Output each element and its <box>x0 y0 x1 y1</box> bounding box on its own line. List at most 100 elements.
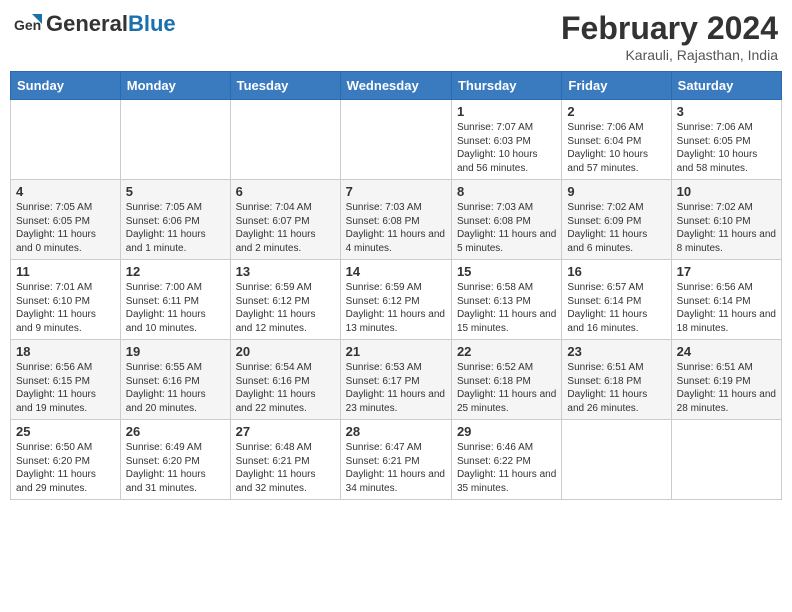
calendar-cell: 19 Sunrise: 6:55 AM Sunset: 6:16 PM Dayli… <box>120 340 230 420</box>
weekday-header-monday: Monday <box>120 72 230 100</box>
day-info: Sunrise: 6:51 AM Sunset: 6:19 PM Dayligh… <box>677 361 776 415</box>
day-info: Sunrise: 7:06 AM Sunset: 6:05 PM Dayligh… <box>677 121 776 175</box>
calendar-cell: 11 Sunrise: 7:01 AM Sunset: 6:10 PM Dayli… <box>11 260 121 340</box>
logo: Gen GeneralBlue <box>14 10 176 38</box>
day-info: Sunrise: 6:51 AM Sunset: 6:18 PM Dayligh… <box>567 361 665 415</box>
day-number: 18 <box>16 344 115 359</box>
day-info: Sunrise: 7:01 AM Sunset: 6:10 PM Dayligh… <box>16 281 115 335</box>
day-number: 6 <box>236 184 335 199</box>
day-number: 17 <box>677 264 776 279</box>
calendar-cell: 18 Sunrise: 6:56 AM Sunset: 6:15 PM Dayli… <box>11 340 121 420</box>
day-info: Sunrise: 6:46 AM Sunset: 6:22 PM Dayligh… <box>457 441 556 495</box>
calendar-cell: 2 Sunrise: 7:06 AM Sunset: 6:04 PM Daylig… <box>562 100 671 180</box>
calendar-cell <box>11 100 121 180</box>
day-number: 22 <box>457 344 556 359</box>
svg-text:Gen: Gen <box>14 17 41 33</box>
calendar-cell <box>120 100 230 180</box>
day-info: Sunrise: 6:55 AM Sunset: 6:16 PM Dayligh… <box>126 361 225 415</box>
day-info: Sunrise: 6:54 AM Sunset: 6:16 PM Dayligh… <box>236 361 335 415</box>
day-info: Sunrise: 6:57 AM Sunset: 6:14 PM Dayligh… <box>567 281 665 335</box>
weekday-header-friday: Friday <box>562 72 671 100</box>
calendar-cell <box>562 420 671 500</box>
weekday-header-sunday: Sunday <box>11 72 121 100</box>
logo-blue-text: Blue <box>128 11 176 36</box>
day-info: Sunrise: 6:49 AM Sunset: 6:20 PM Dayligh… <box>126 441 225 495</box>
logo-general-text: General <box>46 11 128 36</box>
calendar-cell: 12 Sunrise: 7:00 AM Sunset: 6:11 PM Dayli… <box>120 260 230 340</box>
day-number: 21 <box>346 344 446 359</box>
day-number: 25 <box>16 424 115 439</box>
day-info: Sunrise: 7:02 AM Sunset: 6:10 PM Dayligh… <box>677 201 776 255</box>
day-number: 29 <box>457 424 556 439</box>
day-number: 24 <box>677 344 776 359</box>
calendar-cell: 16 Sunrise: 6:57 AM Sunset: 6:14 PM Dayli… <box>562 260 671 340</box>
day-number: 3 <box>677 104 776 119</box>
day-info: Sunrise: 6:52 AM Sunset: 6:18 PM Dayligh… <box>457 361 556 415</box>
calendar-cell <box>671 420 781 500</box>
calendar-cell: 14Sunrise: 6:59 AM Sunset: 6:12 PM Dayli… <box>340 260 451 340</box>
day-number: 19 <box>126 344 225 359</box>
day-info: Sunrise: 7:02 AM Sunset: 6:09 PM Dayligh… <box>567 201 665 255</box>
day-number: 7 <box>346 184 446 199</box>
day-info: Sunrise: 7:06 AM Sunset: 6:04 PM Dayligh… <box>567 121 665 175</box>
calendar-cell: 29 Sunrise: 6:46 AM Sunset: 6:22 PM Dayli… <box>451 420 561 500</box>
calendar-cell: 13 Sunrise: 6:59 AM Sunset: 6:12 PM Dayli… <box>230 260 340 340</box>
calendar-cell: 4 Sunrise: 7:05 AM Sunset: 6:05 PM Daylig… <box>11 180 121 260</box>
day-info: Sunrise: 6:47 AM Sunset: 6:21 PM Dayligh… <box>346 441 446 495</box>
calendar-table: SundayMondayTuesdayWednesdayThursdayFrid… <box>10 71 782 500</box>
day-number: 4 <box>16 184 115 199</box>
calendar-cell: 10Sunrise: 7:02 AM Sunset: 6:10 PM Dayli… <box>671 180 781 260</box>
day-info: Sunrise: 6:50 AM Sunset: 6:20 PM Dayligh… <box>16 441 115 495</box>
weekday-header-tuesday: Tuesday <box>230 72 340 100</box>
calendar-cell: 24 Sunrise: 6:51 AM Sunset: 6:19 PM Dayli… <box>671 340 781 420</box>
calendar-cell: 1 Sunrise: 7:07 AM Sunset: 6:03 PM Daylig… <box>451 100 561 180</box>
calendar-cell: 3 Sunrise: 7:06 AM Sunset: 6:05 PM Daylig… <box>671 100 781 180</box>
day-info: Sunrise: 6:58 AM Sunset: 6:13 PM Dayligh… <box>457 281 556 335</box>
page-header: Gen GeneralBlue February 2024 Karauli, R… <box>10 10 782 63</box>
calendar-cell: 15 Sunrise: 6:58 AM Sunset: 6:13 PM Dayli… <box>451 260 561 340</box>
calendar-cell: 9 Sunrise: 7:02 AM Sunset: 6:09 PM Daylig… <box>562 180 671 260</box>
calendar-week-5: 25 Sunrise: 6:50 AM Sunset: 6:20 PM Dayli… <box>11 420 782 500</box>
calendar-cell: 27 Sunrise: 6:48 AM Sunset: 6:21 PM Dayli… <box>230 420 340 500</box>
day-number: 14 <box>346 264 446 279</box>
calendar-cell: 23 Sunrise: 6:51 AM Sunset: 6:18 PM Dayli… <box>562 340 671 420</box>
day-info: Sunrise: 7:04 AM Sunset: 6:07 PM Dayligh… <box>236 201 335 255</box>
calendar-cell <box>230 100 340 180</box>
day-info: Sunrise: 6:48 AM Sunset: 6:21 PM Dayligh… <box>236 441 335 495</box>
weekday-header-thursday: Thursday <box>451 72 561 100</box>
calendar-cell: 7 Sunrise: 7:03 AM Sunset: 6:08 PM Daylig… <box>340 180 451 260</box>
day-number: 23 <box>567 344 665 359</box>
weekday-header-row: SundayMondayTuesdayWednesdayThursdayFrid… <box>11 72 782 100</box>
day-number: 9 <box>567 184 665 199</box>
day-number: 27 <box>236 424 335 439</box>
calendar-cell: 5 Sunrise: 7:05 AM Sunset: 6:06 PM Daylig… <box>120 180 230 260</box>
calendar-cell <box>340 100 451 180</box>
location-subtitle: Karauli, Rajasthan, India <box>561 47 778 63</box>
day-number: 16 <box>567 264 665 279</box>
day-info: Sunrise: 7:00 AM Sunset: 6:11 PM Dayligh… <box>126 281 225 335</box>
day-info: Sunrise: 6:56 AM Sunset: 6:15 PM Dayligh… <box>16 361 115 415</box>
day-number: 28 <box>346 424 446 439</box>
calendar-week-3: 11 Sunrise: 7:01 AM Sunset: 6:10 PM Dayli… <box>11 260 782 340</box>
logo-icon: Gen <box>14 10 42 38</box>
calendar-cell: 17Sunrise: 6:56 AM Sunset: 6:14 PM Dayli… <box>671 260 781 340</box>
weekday-header-wednesday: Wednesday <box>340 72 451 100</box>
calendar-week-2: 4 Sunrise: 7:05 AM Sunset: 6:05 PM Daylig… <box>11 180 782 260</box>
title-block: February 2024 Karauli, Rajasthan, India <box>561 10 778 63</box>
day-info: Sunrise: 6:59 AM Sunset: 6:12 PM Dayligh… <box>236 281 335 335</box>
day-info: Sunrise: 7:07 AM Sunset: 6:03 PM Dayligh… <box>457 121 556 175</box>
calendar-cell: 25 Sunrise: 6:50 AM Sunset: 6:20 PM Dayli… <box>11 420 121 500</box>
day-number: 5 <box>126 184 225 199</box>
calendar-cell: 8Sunrise: 7:03 AM Sunset: 6:08 PM Daylig… <box>451 180 561 260</box>
calendar-cell: 28 Sunrise: 6:47 AM Sunset: 6:21 PM Dayli… <box>340 420 451 500</box>
day-number: 13 <box>236 264 335 279</box>
day-number: 12 <box>126 264 225 279</box>
weekday-header-saturday: Saturday <box>671 72 781 100</box>
day-number: 2 <box>567 104 665 119</box>
day-number: 1 <box>457 104 556 119</box>
day-info: Sunrise: 7:03 AM Sunset: 6:08 PM Dayligh… <box>346 201 446 255</box>
day-number: 15 <box>457 264 556 279</box>
day-info: Sunrise: 7:05 AM Sunset: 6:05 PM Dayligh… <box>16 201 115 255</box>
day-number: 11 <box>16 264 115 279</box>
day-info: Sunrise: 7:05 AM Sunset: 6:06 PM Dayligh… <box>126 201 225 255</box>
